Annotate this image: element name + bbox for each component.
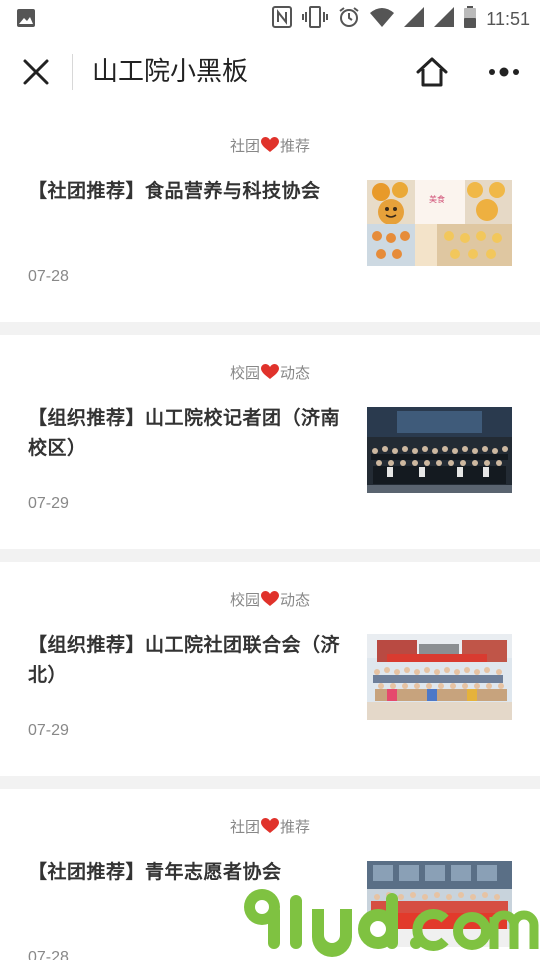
article-card[interactable]: 社团 推荐 【社团推荐】食品营养与科技协会 07-28 美食 — [0, 108, 540, 322]
category-left: 校园 — [229, 591, 260, 609]
article-card[interactable]: 社团 推荐 【社团推荐】青年志愿者协会 07-28 — [0, 789, 540, 960]
category-left: 校园 — [229, 364, 260, 382]
title-bar: 山工院小黑板 — [0, 36, 540, 108]
status-time: 11:51 — [486, 8, 530, 29]
card-separator — [0, 322, 540, 335]
signal-icon — [404, 7, 425, 31]
article-title[interactable]: 【社团推荐】食品营养与科技协会 — [28, 176, 348, 206]
close-icon[interactable] — [20, 56, 52, 88]
category-label: 校园 动态 — [0, 590, 540, 610]
vibrate-icon — [302, 6, 329, 32]
article-thumbnail[interactable] — [367, 407, 512, 493]
heart-icon — [261, 818, 279, 834]
article-card[interactable]: 校园 动态 【组织推荐】山工院校记者团（济南校区） 07-29 — [0, 335, 540, 549]
nfc-icon — [272, 6, 293, 32]
article-date: 07-28 — [28, 268, 69, 285]
article-date: 07-29 — [28, 495, 69, 512]
category-right: 动态 — [280, 364, 311, 382]
alarm-icon — [338, 6, 360, 32]
card-separator — [0, 549, 540, 562]
category-right: 推荐 — [280, 137, 311, 155]
article-thumbnail[interactable] — [367, 861, 512, 947]
gallery-icon — [16, 8, 36, 32]
category-right: 推荐 — [280, 818, 311, 836]
category-right: 动态 — [280, 591, 311, 609]
heart-icon — [261, 364, 279, 380]
page-title: 山工院小黑板 — [92, 57, 249, 87]
article-title[interactable]: 【组织推荐】山工院社团联合会（济北） — [28, 630, 348, 690]
signal-icon — [434, 7, 455, 31]
article-title[interactable]: 【组织推荐】山工院校记者团（济南校区） — [28, 403, 348, 463]
category-label: 社团 推荐 — [0, 136, 540, 156]
article-feed: 社团 推荐 【社团推荐】食品营养与科技协会 07-28 美食 校园 动态 【组织… — [0, 108, 540, 960]
more-icon[interactable] — [486, 56, 522, 88]
home-icon[interactable] — [414, 54, 450, 90]
category-label: 社团 推荐 — [0, 817, 540, 837]
category-label: 校园 动态 — [0, 363, 540, 383]
category-left: 社团 — [229, 818, 260, 836]
battery-icon — [464, 6, 477, 32]
heart-icon — [261, 591, 279, 607]
card-separator — [0, 776, 540, 789]
article-card[interactable]: 校园 动态 【组织推荐】山工院社团联合会（济北） 07-29 — [0, 562, 540, 776]
article-thumbnail[interactable] — [367, 634, 512, 720]
heart-icon — [261, 137, 279, 153]
wifi-icon — [370, 7, 395, 31]
status-bar: 11:51 — [0, 0, 540, 36]
category-left: 社团 — [229, 137, 260, 155]
title-divider — [72, 54, 73, 90]
article-title[interactable]: 【社团推荐】青年志愿者协会 — [28, 857, 348, 887]
article-thumbnail[interactable]: 美食 — [367, 180, 512, 266]
article-date: 07-29 — [28, 722, 69, 739]
svg-text:美食: 美食 — [429, 194, 445, 204]
article-date: 07-28 — [28, 949, 69, 960]
